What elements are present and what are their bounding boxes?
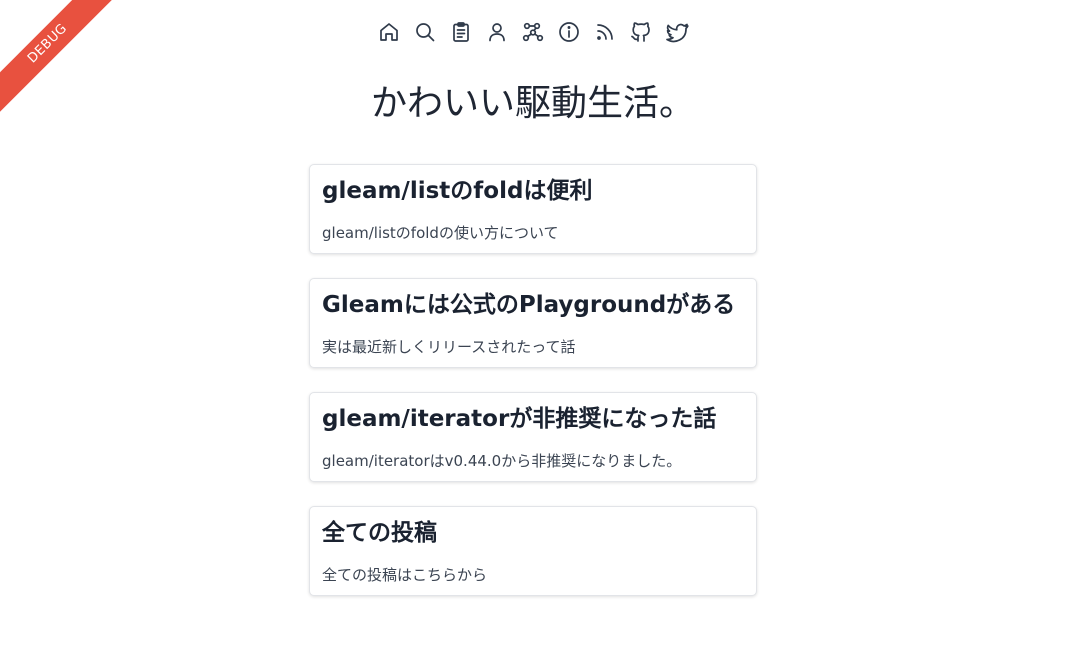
post-card-gleam-playground[interactable]: Gleamには公式のPlaygroundがある 実は最近新しくリリースされたって… bbox=[309, 278, 757, 368]
post-card-description: gleam/listのfoldの使い方について bbox=[322, 224, 559, 242]
search-icon[interactable] bbox=[413, 18, 437, 46]
icon-nav bbox=[0, 18, 1066, 46]
post-card-description: gleam/iteratorはv0.44.0から非推奨になりました。 bbox=[322, 452, 682, 470]
user-icon[interactable] bbox=[485, 18, 509, 46]
post-card-gleam-list-fold[interactable]: gleam/listのfoldは便利 gleam/listのfoldの使い方につ… bbox=[309, 164, 757, 254]
post-card-title[interactable]: Gleamには公式のPlaygroundがある bbox=[322, 289, 744, 321]
post-list: gleam/listのfoldは便利 gleam/listのfoldの使い方につ… bbox=[309, 164, 757, 620]
post-card-all-posts[interactable]: 全ての投稿 全ての投稿はこちらから bbox=[309, 506, 757, 596]
site-title: かわいい駆動生活。 bbox=[370, 83, 695, 124]
twitter-icon[interactable] bbox=[665, 18, 689, 46]
rss-icon[interactable] bbox=[593, 18, 617, 46]
post-card-title[interactable]: 全ての投稿 bbox=[322, 517, 744, 549]
info-icon[interactable] bbox=[557, 18, 581, 46]
post-card-description: 実は最近新しくリリースされたって話 bbox=[322, 338, 576, 356]
home-icon[interactable] bbox=[377, 18, 401, 46]
github-icon[interactable] bbox=[629, 18, 653, 46]
post-card-title[interactable]: gleam/iteratorが非推奨になった話 bbox=[322, 403, 744, 435]
post-card-title[interactable]: gleam/listのfoldは便利 bbox=[322, 175, 744, 207]
graph-icon[interactable] bbox=[521, 18, 545, 46]
page: DEBUG かわいい駆動生活。 gleam/listのfoldは便利 gleam… bbox=[0, 0, 1066, 646]
post-card-description: 全ての投稿はこちらから bbox=[322, 566, 488, 584]
clipboard-icon[interactable] bbox=[449, 18, 473, 46]
post-card-gleam-iterator-deprecated[interactable]: gleam/iteratorが非推奨になった話 gleam/iteratorはv… bbox=[309, 392, 757, 482]
